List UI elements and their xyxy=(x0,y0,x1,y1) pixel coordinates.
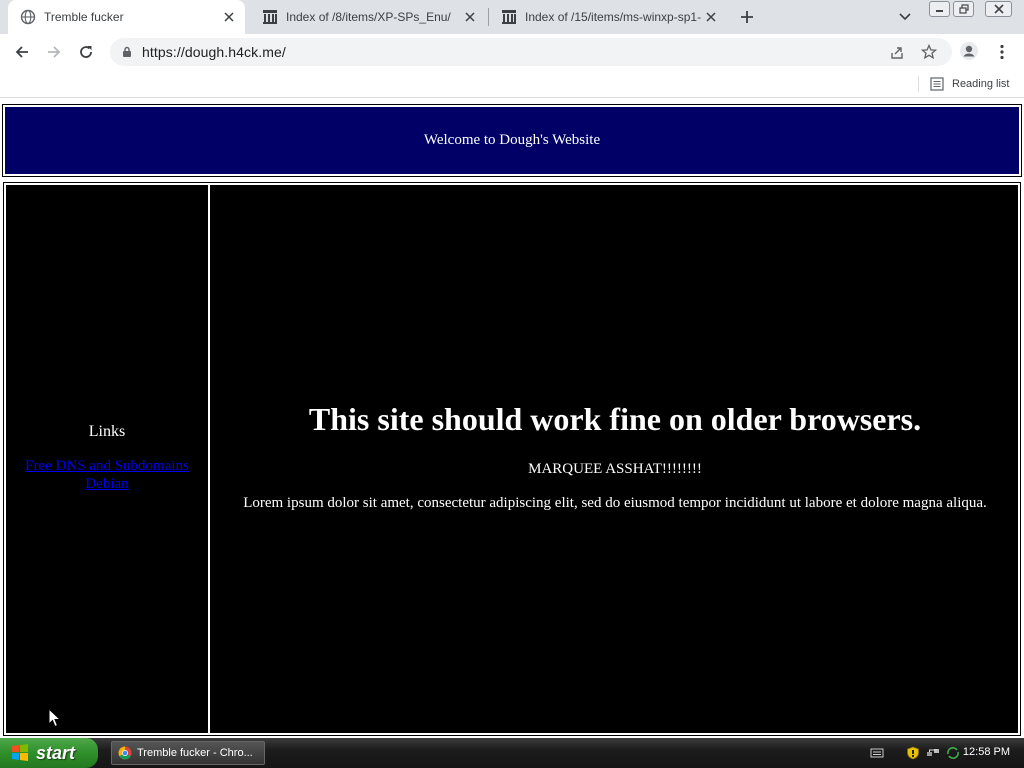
back-button[interactable] xyxy=(10,40,34,64)
restore-icon xyxy=(958,4,969,14)
sync-icon[interactable] xyxy=(946,746,960,760)
url-text[interactable]: https://dough.h4ck.me/ xyxy=(142,44,286,60)
close-window-button[interactable] xyxy=(985,1,1012,17)
tab-title: Tremble fucker xyxy=(44,10,124,24)
link-debian[interactable]: Debian xyxy=(6,475,208,493)
lorem-paragraph: Lorem ipsum dolor sit amet, consectetur … xyxy=(243,495,987,511)
globe-icon xyxy=(20,9,36,25)
windows-flag-icon xyxy=(12,744,28,761)
plus-icon xyxy=(741,11,753,23)
bookmarks-separator xyxy=(918,76,919,92)
site-banner: Welcome to Dough's Website xyxy=(2,104,1022,177)
chrome-icon xyxy=(118,746,132,760)
sidebar-content: Links Free DNS and Subdomains Debian xyxy=(6,423,208,493)
close-tab-icon[interactable] xyxy=(219,7,239,27)
network-icon[interactable] xyxy=(926,746,940,760)
banner-text: Welcome to Dough's Website xyxy=(423,132,601,148)
browser-toolbar: https://dough.h4ck.me/ xyxy=(0,34,1024,70)
chevron-down-icon xyxy=(899,13,911,21)
page-heading: This site should work fine on older brow… xyxy=(308,401,922,437)
star-icon[interactable] xyxy=(920,43,938,61)
forward-button[interactable] xyxy=(42,40,66,64)
reading-list-label: Reading list xyxy=(952,78,1010,90)
start-label: start xyxy=(36,742,76,763)
bookmarks-bar: Reading list xyxy=(0,70,1024,98)
profile-icon xyxy=(960,42,978,60)
tab-active[interactable]: Tremble fucker xyxy=(8,0,245,34)
close-tab-icon[interactable] xyxy=(701,7,721,27)
sidebar: Links Free DNS and Subdomains Debian xyxy=(6,185,210,733)
taskbar-clock: 12:58 PM xyxy=(962,746,1010,758)
arrow-left-icon xyxy=(15,46,28,58)
share-icon[interactable] xyxy=(888,43,906,61)
tab-title: Index of /15/items/ms-winxp-sp1-1 xyxy=(525,10,701,24)
archive-icon xyxy=(263,10,277,24)
lock-icon[interactable] xyxy=(120,45,134,59)
browser-menu-button[interactable] xyxy=(992,40,1012,64)
taskbar: start Tremble fucker - Chro... 12:58 PM xyxy=(0,738,1024,768)
reload-icon xyxy=(80,46,92,58)
reload-button[interactable] xyxy=(74,40,98,64)
kebab-menu-icon xyxy=(1000,44,1004,60)
sidebar-heading: Links xyxy=(88,423,126,440)
tab-strip: Tremble fucker Index of /8/items/XP-SPs_… xyxy=(0,0,1024,34)
taskbar-window-label: Tremble fucker - Chro... xyxy=(137,747,253,759)
mouse-cursor-icon xyxy=(48,708,62,728)
start-button[interactable]: start xyxy=(0,738,98,768)
profile-button[interactable] xyxy=(958,40,980,62)
restore-button[interactable] xyxy=(953,1,974,17)
taskbar-window-item[interactable]: Tremble fucker - Chro... xyxy=(111,741,265,765)
link-free-dns[interactable]: Free DNS and Subdomains xyxy=(6,457,208,475)
minimize-icon xyxy=(936,10,943,12)
archive-icon xyxy=(502,10,516,24)
main-content: This site should work fine on older brow… xyxy=(212,185,1018,733)
address-bar[interactable]: https://dough.h4ck.me/ xyxy=(110,38,952,66)
reading-list-icon xyxy=(930,77,944,91)
reading-list-button[interactable]: Reading list xyxy=(930,75,1009,93)
close-icon xyxy=(993,4,1004,14)
close-tab-icon[interactable] xyxy=(460,7,480,27)
tab-xp-sps[interactable]: Index of /8/items/XP-SPs_Enu/ xyxy=(250,0,486,34)
system-tray: 12:58 PM xyxy=(864,738,1024,768)
minimize-button[interactable] xyxy=(929,1,950,17)
arrow-right-icon xyxy=(48,46,61,58)
tab-title: Index of /8/items/XP-SPs_Enu/ xyxy=(286,10,451,24)
marquee-text: MARQUEE ASSHAT!!!!!!!! xyxy=(528,461,702,477)
tab-winxp-sp1[interactable]: Index of /15/items/ms-winxp-sp1-1 xyxy=(489,0,727,34)
page-layout-table: Links Free DNS and Subdomains Debian Thi… xyxy=(3,182,1021,736)
page-viewport: Welcome to Dough's Website Links Free DN… xyxy=(0,99,1024,738)
sidebar-links: Free DNS and Subdomains Debian xyxy=(6,457,208,493)
tab-search-button[interactable] xyxy=(894,6,916,28)
new-tab-button[interactable] xyxy=(736,6,758,28)
security-shield-icon[interactable] xyxy=(906,746,920,760)
keyboard-icon[interactable] xyxy=(870,746,884,760)
